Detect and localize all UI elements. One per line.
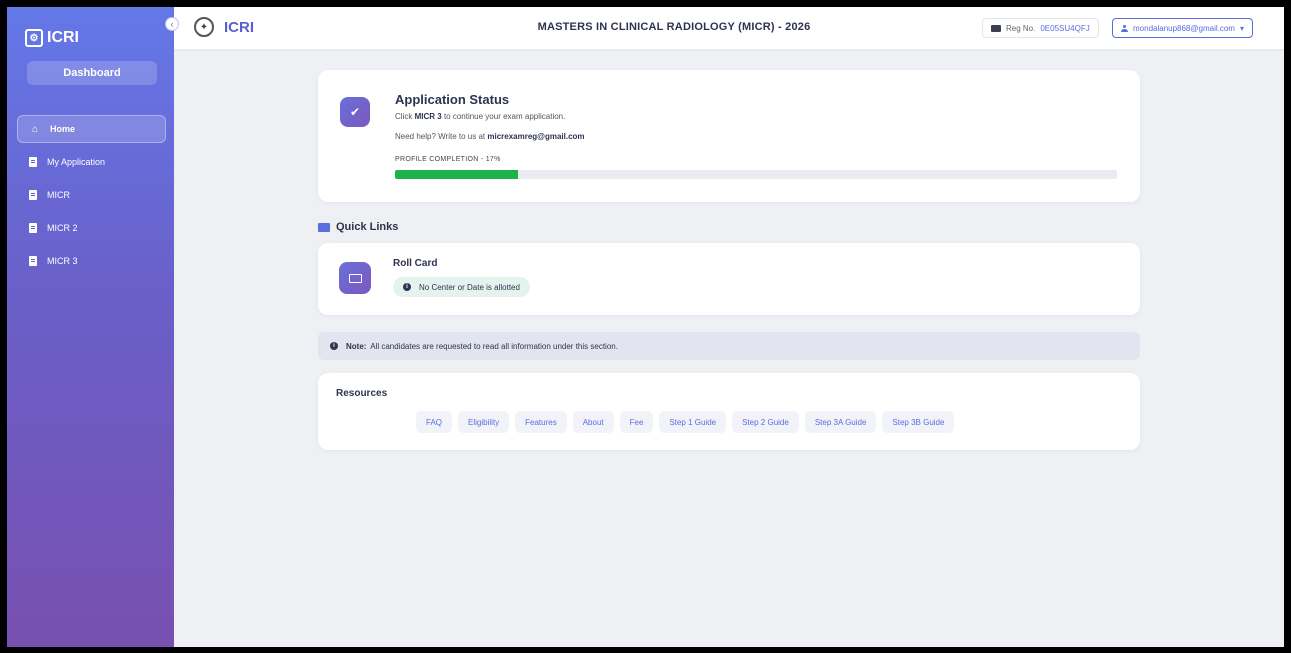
icri-logo-icon: ✦ — [194, 17, 214, 37]
reg-number: 0E05SU4QFJ — [1040, 23, 1090, 33]
micr3-link[interactable]: MICR 3 — [415, 112, 442, 121]
user-icon — [1121, 24, 1128, 32]
sidebar-item-label: MICR — [47, 190, 70, 200]
sidebar-item-label: MICR 3 — [47, 256, 78, 266]
top-header: ✦ ICRI MASTERS IN CLINICAL RADIOLOGY (MI… — [174, 7, 1284, 49]
reg-number-badge: Reg No. 0E05SU4QFJ — [982, 18, 1099, 38]
sidebar-item-label: MICR 2 — [47, 223, 78, 233]
note-banner: i Note: All candidates are requested to … — [318, 332, 1140, 360]
status-title: Application Status — [395, 92, 510, 107]
resource-link-about[interactable]: About — [572, 411, 614, 433]
sidebar-item-label: My Application — [47, 157, 106, 167]
resource-links: FAQ Eligibility Features About Fee Step … — [416, 411, 955, 433]
document-icon — [29, 190, 37, 200]
resources-card: Resources FAQ Eligibility Features About… — [318, 373, 1140, 450]
app-frame: ⚙ ICRI Dashboard ⌂ Home My Application M… — [7, 7, 1284, 647]
clipboard-check-icon: ✔ — [340, 97, 370, 127]
document-icon — [29, 223, 37, 233]
sidebar-item-micr-2[interactable]: MICR 2 — [17, 214, 166, 242]
resource-link-fee[interactable]: Fee — [619, 411, 654, 433]
dashboard-button[interactable]: Dashboard — [27, 61, 157, 85]
info-icon: i — [330, 342, 338, 350]
resource-link-step-3b-guide[interactable]: Step 3B Guide — [882, 411, 955, 433]
note-text: All candidates are requested to read all… — [370, 341, 618, 351]
reg-label: Reg No. — [1006, 23, 1036, 33]
sidebar-nav: ⌂ Home My Application MICR MICR 2 MICR 3 — [17, 115, 166, 280]
user-menu-button[interactable]: mondalanup868@gmail.com ▾ — [1112, 18, 1253, 38]
sidebar-brand-label: ICRI — [47, 29, 79, 46]
resources-title: Resources — [336, 388, 388, 399]
roll-card[interactable]: Roll Card i No Center or Date is allotte… — [318, 243, 1140, 315]
sidebar-item-my-application[interactable]: My Application — [17, 148, 166, 176]
profile-progress-fill — [395, 170, 518, 179]
resource-link-eligibility[interactable]: Eligibility — [458, 411, 510, 433]
user-email: mondalanup868@gmail.com — [1133, 23, 1235, 33]
info-icon: i — [403, 283, 411, 291]
sidebar: ⚙ ICRI Dashboard ⌂ Home My Application M… — [7, 7, 174, 647]
quick-links-title: Quick Links — [336, 221, 399, 233]
logo-icon: ⚙ — [25, 29, 43, 47]
home-icon: ⌂ — [31, 123, 39, 135]
sidebar-brand[interactable]: ⚙ ICRI — [25, 29, 79, 47]
help-email-link[interactable]: micrexamreg@gmail.com — [487, 132, 584, 141]
document-icon — [29, 157, 37, 167]
chevron-down-icon: ▾ — [1239, 23, 1244, 33]
resource-link-step-2-guide[interactable]: Step 2 Guide — [732, 411, 799, 433]
page-title: MASTERS IN CLINICAL RADIOLOGY (MICR) - 2… — [537, 21, 811, 33]
roll-card-status-badge: i No Center or Date is allotted — [393, 277, 530, 297]
sidebar-item-label: Home — [50, 124, 76, 134]
sidebar-item-micr[interactable]: MICR — [17, 181, 166, 209]
id-card-icon — [318, 222, 330, 232]
resource-link-faq[interactable]: FAQ — [416, 411, 453, 433]
roll-card-icon — [339, 262, 371, 294]
application-status-card: ✔ Application Status Click MICR 3 to con… — [318, 70, 1140, 202]
sidebar-collapse-icon[interactable]: ‹ — [165, 17, 179, 31]
document-icon — [29, 256, 37, 266]
profile-completion-label: PROFILE COMPLETION - 17% — [395, 156, 501, 163]
quick-links-heading: Quick Links — [318, 221, 398, 233]
status-instruction: Click MICR 3 to continue your exam appli… — [395, 112, 566, 121]
note-label: Note: — [346, 341, 367, 351]
id-card-icon — [991, 24, 1001, 32]
profile-progress-bar — [395, 170, 1117, 179]
resource-link-step-1-guide[interactable]: Step 1 Guide — [659, 411, 727, 433]
roll-card-title: Roll Card — [393, 258, 438, 269]
roll-card-status-text: No Center or Date is allotted — [419, 282, 520, 292]
resource-link-step-3a-guide[interactable]: Step 3A Guide — [804, 411, 877, 433]
resource-link-features[interactable]: Features — [515, 411, 567, 433]
sidebar-item-home[interactable]: ⌂ Home — [17, 115, 166, 143]
sidebar-item-micr-3[interactable]: MICR 3 — [17, 247, 166, 275]
header-brand[interactable]: ICRI — [224, 19, 254, 36]
help-text: Need help? Write to us at micrexamreg@gm… — [395, 132, 585, 141]
